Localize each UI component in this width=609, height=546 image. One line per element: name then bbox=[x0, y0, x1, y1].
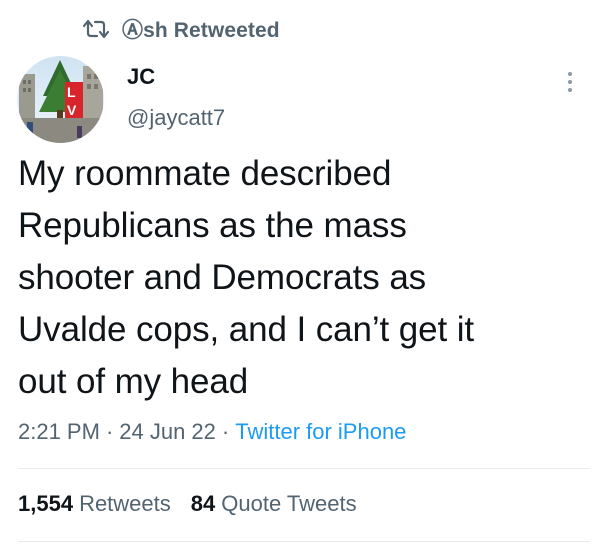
tweet-source-link[interactable]: Twitter for iPhone bbox=[235, 419, 406, 444]
divider bbox=[18, 468, 590, 469]
tweet-meta: 2:21 PM · 24 Jun 22 · Twitter for iPhone bbox=[18, 417, 406, 447]
dot-icon bbox=[568, 80, 572, 84]
quote-tweets-label: Quote Tweets bbox=[221, 491, 357, 516]
meta-separator: · bbox=[105, 419, 114, 444]
tweet-date[interactable]: 24 Jun 22 bbox=[119, 419, 216, 444]
quote-tweets-count: 84 bbox=[190, 491, 216, 516]
dot-icon bbox=[568, 88, 572, 92]
tweet-text-line: shooter and Democrats as bbox=[18, 258, 427, 297]
dot-icon bbox=[568, 72, 572, 76]
tweet-text-line: out of my head bbox=[18, 362, 249, 401]
retweet-icon bbox=[78, 17, 114, 41]
retweet-context[interactable]: Ⓐsh Retweeted bbox=[78, 14, 280, 44]
more-options-button[interactable] bbox=[557, 68, 583, 96]
tweet-stats: 1,554 Retweets 84 Quote Tweets bbox=[18, 489, 357, 519]
retweet-label: Ⓐsh Retweeted bbox=[122, 19, 280, 42]
tweet-card: Ⓐsh Retweeted L V JC @jaycatt7 My roomma… bbox=[0, 0, 609, 546]
tweet-text: My roommate described Republicans as the… bbox=[18, 148, 588, 408]
svg-text:L: L bbox=[67, 84, 76, 100]
tweet-time[interactable]: 2:21 PM bbox=[18, 419, 100, 444]
avatar[interactable]: L V bbox=[17, 56, 104, 143]
svg-text:V: V bbox=[67, 102, 77, 118]
tweet-text-line: Uvalde cops, and I can’t get it bbox=[18, 310, 475, 349]
divider bbox=[18, 541, 590, 542]
meta-separator: · bbox=[221, 419, 230, 444]
handle[interactable]: @jaycatt7 bbox=[127, 104, 225, 132]
display-name[interactable]: JC bbox=[127, 63, 155, 91]
tweet-text-line: My roommate described bbox=[18, 154, 392, 193]
retweets-count: 1,554 bbox=[18, 491, 74, 516]
retweets-stat[interactable]: 1,554 Retweets bbox=[18, 489, 171, 519]
quote-tweets-stat[interactable]: 84 Quote Tweets bbox=[191, 489, 357, 519]
retweets-label: Retweets bbox=[79, 491, 171, 516]
tweet-text-line: Republicans as the mass bbox=[18, 206, 407, 245]
